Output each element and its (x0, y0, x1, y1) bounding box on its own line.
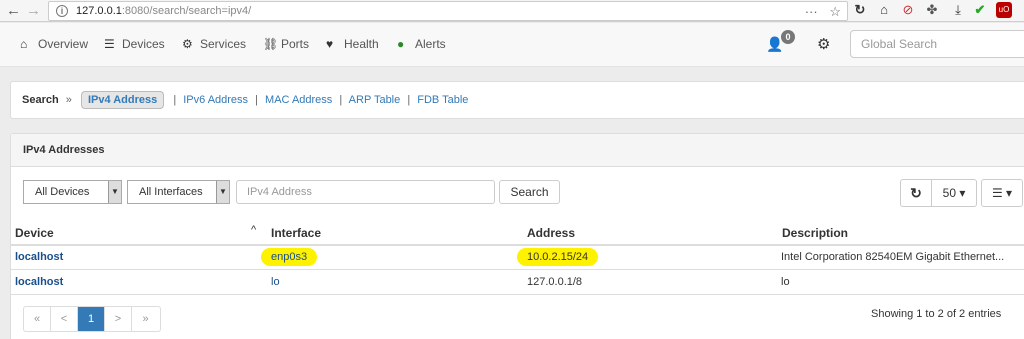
url-host: 127.0.0.1 (76, 5, 122, 17)
extension-toolbar: ↻ ⌂ ⊘ ✤ ⤓ ✔ uO (852, 2, 1024, 20)
url-path: :8080/search/search=ipv4/ (121, 5, 252, 17)
divider: | (339, 94, 343, 106)
device-link[interactable]: localhost (15, 276, 63, 288)
tab-fdb-table[interactable]: FDB Table (417, 94, 468, 106)
nav-ports[interactable]: ⛓ Ports (263, 37, 309, 51)
refresh-icon[interactable]: ↻ (900, 179, 932, 207)
nav-services[interactable]: ⚙ Services (182, 37, 246, 51)
device-link[interactable]: localhost (15, 251, 63, 263)
interface-link[interactable]: enp0s3 (261, 248, 318, 266)
panel-title: IPv4 Addresses (23, 144, 105, 156)
global-search-input[interactable] (850, 30, 1024, 58)
nav-label: Overview (38, 37, 89, 51)
row-divider (11, 269, 1024, 270)
browser-toolbar: ← → i 127.0.0.1:8080/search/search=ipv4/… (0, 0, 1024, 22)
pagination-summary: Showing 1 to 2 of 2 entries (871, 308, 1002, 320)
breadcrumb-separator: » (65, 94, 72, 106)
home-browser-icon[interactable]: ⌂ (876, 2, 892, 18)
nav-label: Services (200, 37, 247, 51)
next-page-button[interactable]: > (105, 307, 132, 331)
url-text: 127.0.0.1:8080/search/search=ipv4/ (76, 5, 251, 17)
prev-page-button[interactable]: < (51, 307, 78, 331)
check-extension-icon[interactable]: ✔ (972, 2, 988, 18)
page-actions-icon[interactable]: ··· (805, 4, 818, 19)
blocker-icon[interactable]: ⊘ (900, 2, 916, 18)
nav-label: Ports (281, 37, 310, 51)
table-header-divider (11, 244, 1024, 246)
bookmark-star-icon[interactable]: ☆ (829, 4, 841, 19)
ipv4-addresses-panel: IPv4 Addresses All Devices ▼ All Interfa… (10, 133, 1024, 339)
nav-overview[interactable]: ⌂ Overview (20, 37, 88, 51)
gear-icon[interactable]: ⚙ (817, 35, 830, 53)
info-icon[interactable]: i (56, 5, 68, 17)
nav-devices[interactable]: ☰ Devices (104, 37, 165, 51)
description-value: lo (781, 276, 790, 288)
column-header-address[interactable]: Address (527, 226, 575, 240)
pagination: « < 1 > » (23, 306, 161, 332)
heartbeat-icon: ♥ (326, 37, 334, 51)
forward-arrow-icon[interactable]: → (26, 2, 41, 19)
nav-alerts[interactable]: ● Alerts (397, 37, 446, 51)
columns-dropdown[interactable]: ☰ ▾ (981, 179, 1023, 207)
chevron-down-icon: ▼ (108, 181, 121, 203)
interface-link[interactable]: lo (271, 276, 280, 288)
chevron-down-icon: ▼ (216, 181, 229, 203)
ipv4-address-input[interactable] (236, 180, 495, 204)
tab-mac-address[interactable]: MAC Address (265, 94, 332, 106)
address-value: 127.0.0.1/8 (527, 276, 583, 288)
interfaces-select[interactable]: All Interfaces ▼ (127, 180, 230, 204)
search-button[interactable]: Search (499, 180, 560, 204)
ublock-icon[interactable]: uO (996, 2, 1012, 18)
divider: | (407, 94, 411, 106)
notification-badge[interactable]: 0 (781, 30, 795, 44)
sort-ascending-icon[interactable]: ^ (251, 224, 256, 236)
tab-ipv6-address[interactable]: IPv6 Address (183, 94, 248, 106)
nav-label: Health (344, 37, 379, 51)
last-page-button[interactable]: » (132, 307, 159, 331)
server-icon: ☰ (104, 37, 115, 51)
panel-heading: IPv4 Addresses (11, 134, 1024, 167)
back-arrow-icon[interactable]: ← (6, 2, 21, 19)
nav-label: Devices (122, 37, 165, 51)
link-icon: ⛓ (263, 37, 279, 51)
breadcrumb-title: Search (22, 94, 59, 106)
download-icon[interactable]: ⤓ (950, 2, 966, 18)
address-bar[interactable]: i 127.0.0.1:8080/search/search=ipv4/ ···… (48, 1, 848, 21)
home-icon: ⌂ (20, 37, 28, 51)
nav-health[interactable]: ♥ Health (326, 37, 379, 51)
divider: | (173, 94, 177, 106)
devices-select-value: All Devices (35, 186, 90, 198)
extension-icon[interactable]: ✤ (924, 2, 940, 18)
interfaces-select-value: All Interfaces (139, 186, 203, 198)
first-page-button[interactable]: « (24, 307, 51, 331)
description-value: Intel Corporation 82540EM Gigabit Ethern… (781, 251, 1005, 263)
page-size-dropdown[interactable]: 50 ▾ (931, 179, 977, 207)
column-header-device[interactable]: Device (15, 226, 54, 240)
column-header-description[interactable]: Description (782, 226, 848, 240)
row-divider (11, 294, 1024, 295)
exclamation-circle-icon: ● (397, 37, 405, 51)
devices-select[interactable]: All Devices ▼ (23, 180, 122, 204)
tab-ipv4-address[interactable]: IPv4 Address (80, 91, 165, 109)
nav-label: Alerts (415, 37, 446, 51)
column-header-interface[interactable]: Interface (271, 226, 321, 240)
current-page-button[interactable]: 1 (78, 307, 105, 331)
main-navbar: ⌂ Overview ☰ Devices ⚙ Services ⛓ Ports ♥ Hea… (0, 23, 1024, 67)
reload-icon[interactable]: ↻ (852, 2, 868, 18)
breadcrumb: Search » IPv4 Address | IPv6 Address | M… (10, 81, 1024, 119)
cogs-icon: ⚙ (182, 37, 193, 51)
divider: | (255, 94, 258, 106)
address-value: 10.0.2.15/24 (517, 248, 599, 266)
tab-arp-table[interactable]: ARP Table (349, 94, 401, 106)
